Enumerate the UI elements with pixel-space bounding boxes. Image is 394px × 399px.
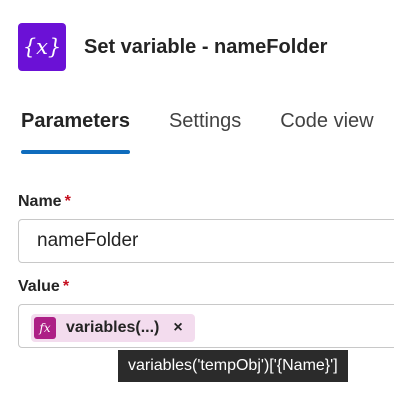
tab-settings[interactable]: Settings — [169, 110, 241, 133]
close-icon[interactable]: × — [173, 319, 182, 337]
expression-token[interactable]: fx variables(...) × — [31, 314, 195, 342]
function-icon: fx — [34, 317, 56, 339]
tab-bar: Parameters Settings Code view — [21, 110, 394, 154]
expression-tooltip: variables('tempObj')['{Name}'] — [118, 350, 348, 382]
panel-title: Set variable - nameFolder — [84, 35, 328, 58]
panel-header: {x} Set variable - nameFolder — [18, 23, 327, 71]
value-label: Value * — [18, 278, 69, 296]
name-field-value[interactable]: nameFolder — [37, 230, 138, 252]
required-marker: * — [62, 278, 70, 295]
name-field[interactable]: nameFolder — [18, 219, 394, 263]
name-label: Name * — [18, 193, 71, 211]
tooltip-text: variables('tempObj')['{Name}'] — [128, 357, 338, 374]
token-label[interactable]: variables(...) — [66, 319, 159, 337]
variable-icon: {x} — [18, 23, 66, 71]
name-label-text: Name — [18, 193, 62, 210]
tab-code-view[interactable]: Code view — [280, 110, 373, 133]
tab-parameters[interactable]: Parameters — [21, 110, 130, 154]
value-field[interactable]: fx variables(...) × — [18, 304, 394, 348]
value-label-text: Value — [18, 278, 60, 295]
required-marker: * — [64, 193, 71, 210]
